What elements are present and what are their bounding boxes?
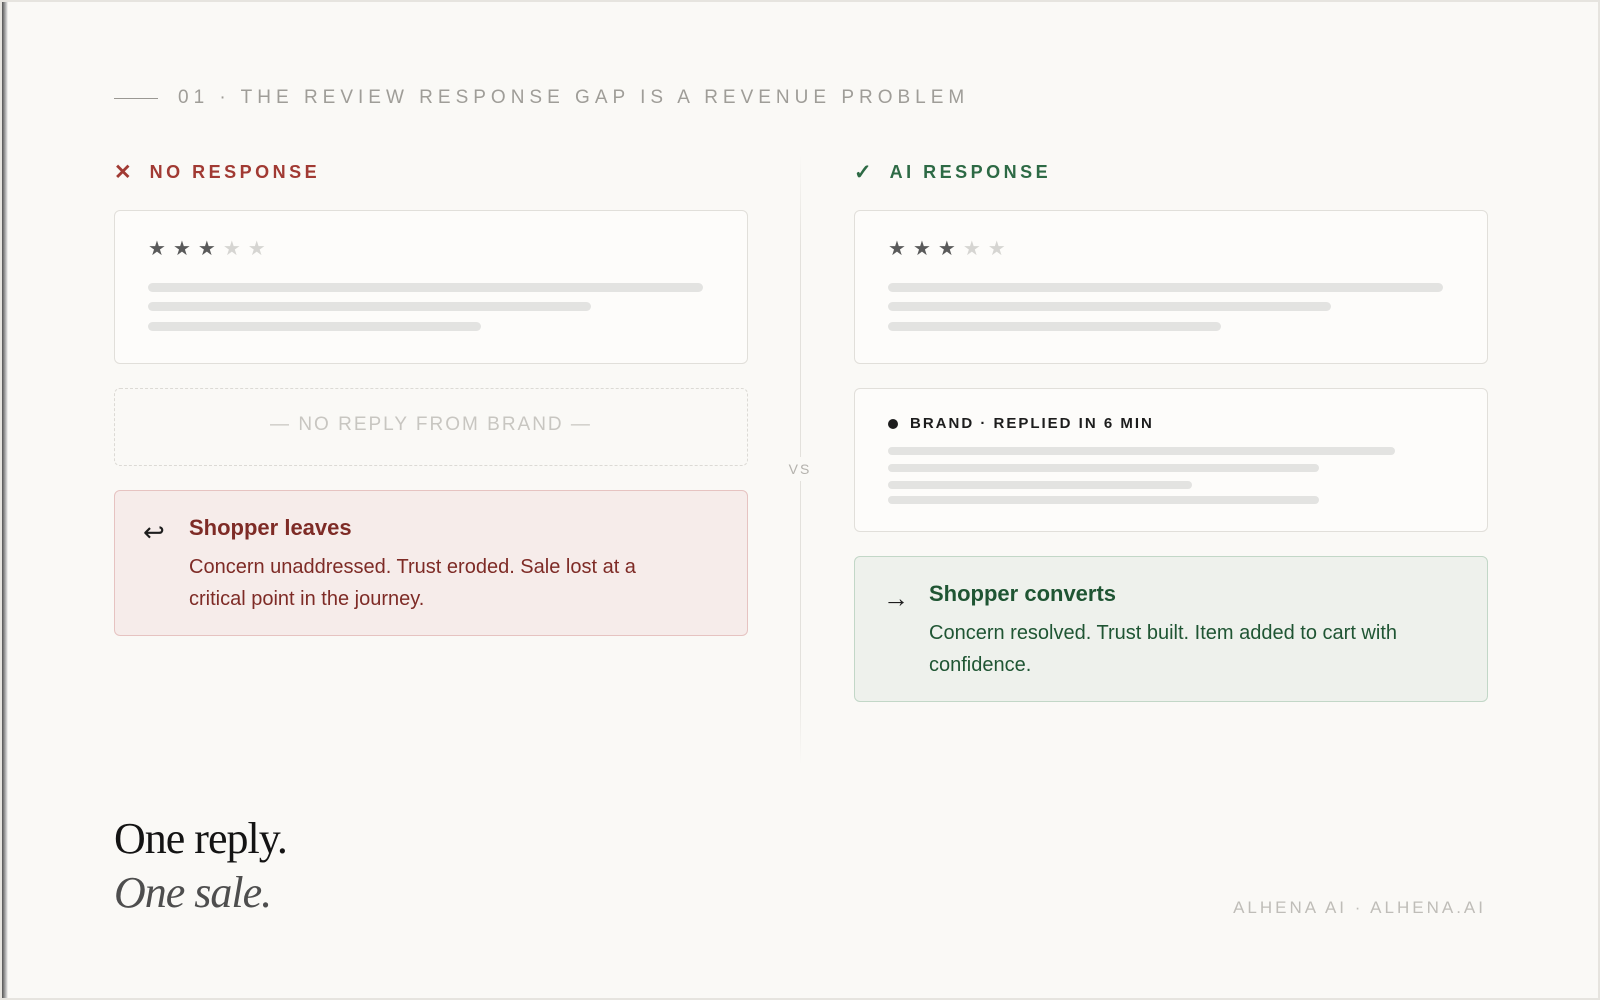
star-filled-icon: ★ [912,238,931,260]
no-response-label-text: NO RESPONSE [149,162,321,182]
header-rule [114,97,158,99]
star-empty-icon: ★ [962,238,981,260]
star-filled-icon: ★ [888,238,906,260]
bullet-dot-icon [888,418,898,429]
shopper-converts-callout: → Shopper converts Concern resolved. Tru… [854,556,1488,702]
tagline-line-2: One sale. [114,868,272,917]
reply-text-placeholder-line [888,447,1395,455]
outcome-description: Concern resolved. Trust built. Item adde… [929,622,1397,676]
star-filled-icon: ★ [937,238,956,260]
review-text-placeholder-line [148,302,591,311]
no-reply-text: — NO REPLY FROM BRAND — [270,414,592,435]
ai-response-label: ✓ AI RESPONSE [854,160,1051,185]
review-text-placeholder-line [888,322,1221,331]
outcome-title: Shopper leaves [189,515,352,540]
tagline: One reply. One sale. [114,812,288,920]
brand-reply-header-text: BRAND · REPLIED IN 6 MIN [910,415,1154,432]
review-text-placeholder-line [148,322,481,331]
reply-text-placeholder-line [888,464,1319,472]
cross-icon: ✕ [114,161,132,184]
star-empty-icon: ★ [222,238,241,260]
brand-reply-header: BRAND · REPLIED IN 6 MIN [888,415,1154,432]
brand-reply-card: BRAND · REPLIED IN 6 MIN [854,388,1488,532]
right-arrow-icon: → [883,583,909,613]
outcome-title: Shopper converts [929,581,1117,606]
star-empty-icon: ★ [247,238,266,260]
section-title: 01 · THE REVIEW RESPONSE GAP IS A REVENU… [178,87,970,108]
vs-label: VS [783,457,817,481]
review-text-placeholder-line [148,283,703,292]
ai-response-label-text: AI RESPONSE [889,162,1052,182]
tagline-line-1: One reply. [114,814,288,863]
outcome-description: Concern unaddressed. Trust eroded. Sale … [189,556,636,610]
review-text-placeholder-line [888,302,1331,311]
review-text-placeholder-line [888,283,1443,292]
no-reply-placeholder: — NO REPLY FROM BRAND — [114,388,748,466]
review-card: ★ ★ ★ ★ ★ [114,210,748,364]
footer-brand: ALHENA AI · ALHENA.AI [1233,898,1486,917]
shopper-leaves-callout: ↩ Shopper leaves Concern unaddressed. Tr… [114,490,748,636]
star-rating: ★ ★ ★ ★ ★ [148,239,266,259]
check-icon: ✓ [854,161,872,184]
star-filled-icon: ★ [197,238,216,260]
section-header: 01 · THE REVIEW RESPONSE GAP IS A REVENU… [114,87,969,109]
reply-text-placeholder-line [888,496,1319,504]
star-filled-icon: ★ [172,238,191,260]
no-response-label: ✕ NO RESPONSE [114,160,320,185]
reply-text-placeholder-line [888,481,1192,489]
star-rating: ★ ★ ★ ★ ★ [888,239,1006,259]
star-empty-icon: ★ [987,238,1006,260]
star-filled-icon: ★ [148,238,166,260]
return-arrow-icon: ↩ [143,517,165,547]
review-card: ★ ★ ★ ★ ★ [854,210,1488,364]
